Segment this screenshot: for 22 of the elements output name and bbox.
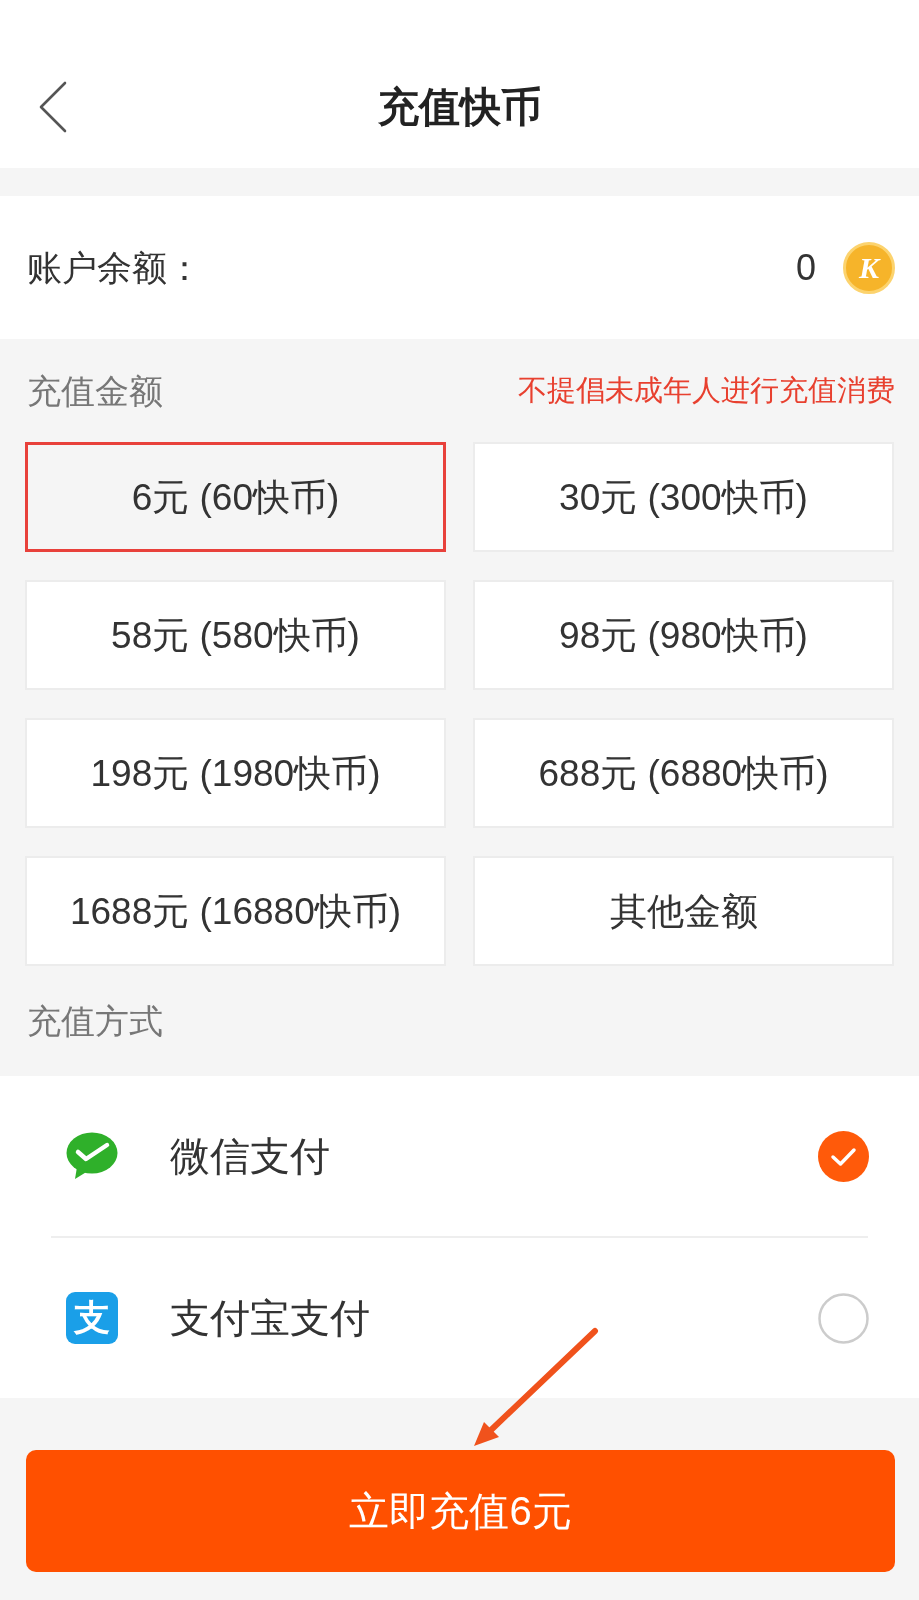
- payment-method-label[interactable]: 微信支付: [170, 1136, 330, 1176]
- back-icon[interactable]: [39, 81, 67, 133]
- notice-text: 不提倡未成年人进行充值消费: [518, 376, 895, 405]
- amount-option[interactable]: 30元 (300快币): [473, 442, 894, 552]
- radio-icon[interactable]: [818, 1130, 869, 1182]
- amount-option[interactable]: 58元 (580快币): [25, 580, 446, 690]
- amount-option[interactable]: 1688元 (16880快币): [25, 856, 446, 966]
- payment-logo-icon: 支: [66, 1292, 118, 1344]
- amount-option[interactable]: 其他金额: [473, 856, 894, 966]
- payment-method-label[interactable]: 支付宝支付: [170, 1298, 370, 1338]
- amount-option[interactable]: 688元 (6880快币): [473, 718, 894, 828]
- balance-label: 账户余额：: [27, 250, 202, 285]
- balance-value: 0: [795, 249, 816, 286]
- chat-bubble-check-icon: [66, 1132, 118, 1180]
- section-label: 充值金额: [27, 373, 163, 408]
- page-title: 充值快币: [377, 86, 542, 128]
- section-label: 充值方式: [27, 1004, 163, 1038]
- radio-icon[interactable]: [818, 1292, 869, 1344]
- amount-option[interactable]: 6元 (60快币): [25, 442, 446, 552]
- amount-option[interactable]: 98元 (980快币): [473, 580, 894, 690]
- amount-option[interactable]: 198元 (1980快币): [25, 718, 446, 828]
- coin-icon: K: [843, 241, 895, 294]
